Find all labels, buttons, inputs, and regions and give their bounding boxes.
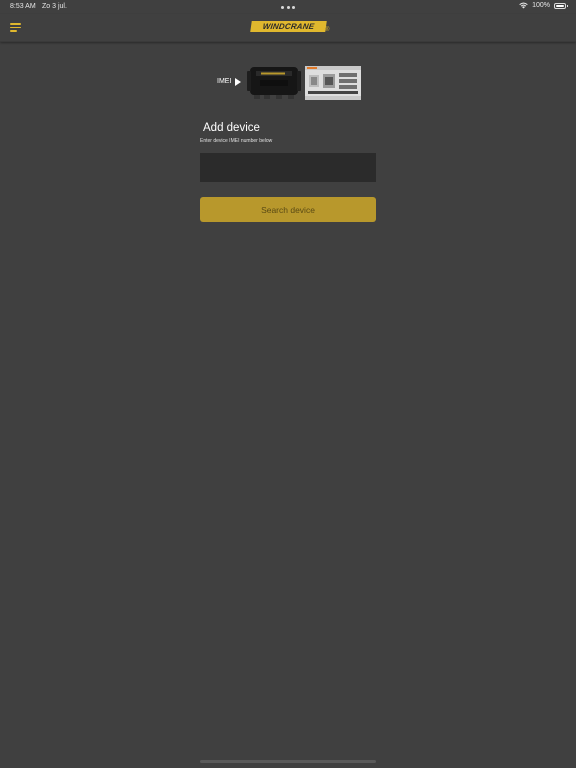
status-time: 8:53 AM (10, 3, 36, 10)
status-date: Zo 3 jul. (42, 3, 67, 10)
device-illustration: IMEI (215, 64, 361, 100)
page-title: Add device (203, 122, 260, 134)
form-subtitle: Enter device IMEI number below (200, 138, 273, 144)
nav-bar: WINDCRANE ® (0, 14, 576, 42)
imei-label: IMEI (217, 78, 232, 85)
search-device-button[interactable]: Search device (200, 197, 376, 222)
controller-device-image (305, 66, 361, 100)
play-icon (235, 78, 241, 86)
logo-registered-mark: ® (325, 27, 330, 33)
imei-input[interactable] (200, 153, 376, 182)
tracker-device-image (247, 67, 301, 99)
status-indicators: 100% (519, 2, 568, 9)
battery-icon (554, 2, 568, 9)
windcrane-logo: WINDCRANE ® (250, 21, 330, 35)
logo-text: WINDCRANE (250, 21, 327, 32)
multitask-dots-icon[interactable] (281, 6, 295, 9)
status-bar: 8:53 AM Zo 3 jul. 100% (0, 0, 576, 14)
wifi-icon (519, 2, 528, 9)
menu-icon[interactable] (10, 23, 21, 32)
home-indicator[interactable] (200, 760, 376, 763)
battery-percentage: 100% (532, 2, 550, 9)
